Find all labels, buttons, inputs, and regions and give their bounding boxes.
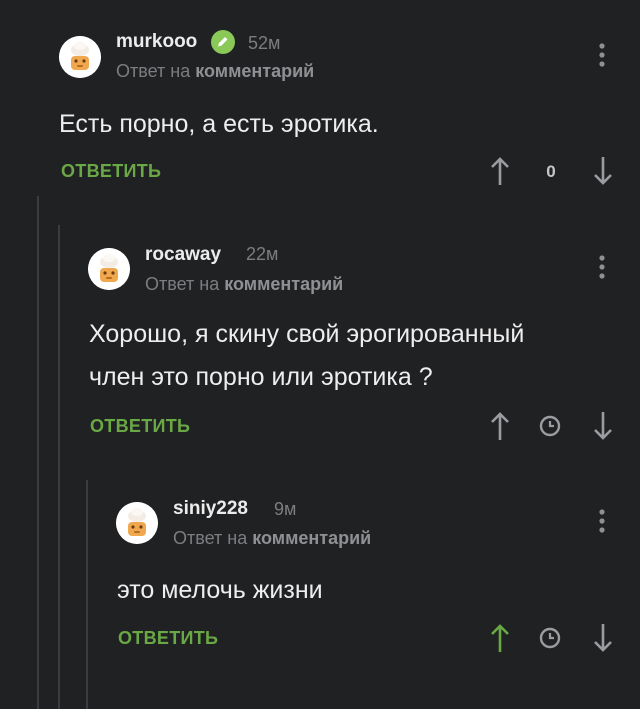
- reply-button[interactable]: ОТВЕТИТЬ: [90, 416, 190, 437]
- arrow-down-icon[interactable]: [592, 155, 614, 187]
- clock-icon[interactable]: [539, 627, 561, 649]
- comment-text: Есть порно, а есть эротика.: [59, 110, 379, 138]
- reply-target-link[interactable]: комментарий: [252, 528, 371, 548]
- more-vertical-icon[interactable]: [597, 42, 607, 70]
- default-avatar-icon: [88, 248, 130, 290]
- more-vertical-icon[interactable]: [597, 254, 607, 282]
- arrow-up-icon[interactable]: [489, 410, 511, 442]
- reply-target-link[interactable]: комментарий: [224, 274, 343, 294]
- avatar[interactable]: [116, 502, 158, 544]
- comment-text: Хорошо, я скину свой эрогированный член …: [89, 313, 524, 399]
- pencil-badge-icon: [211, 30, 235, 54]
- more-vertical-icon[interactable]: [597, 508, 607, 536]
- thread-line: [37, 196, 39, 709]
- clock-icon[interactable]: [539, 415, 561, 437]
- avatar[interactable]: [88, 248, 130, 290]
- arrow-down-icon[interactable]: [592, 410, 614, 442]
- reply-prefix: Ответ на: [116, 61, 191, 81]
- default-avatar-icon: [116, 502, 158, 544]
- reply-to-label: Ответ на комментарий: [145, 274, 343, 295]
- reply-prefix: Ответ на: [173, 528, 248, 548]
- arrow-down-icon[interactable]: [592, 622, 614, 654]
- thread-line: [58, 225, 60, 709]
- reply-target-link[interactable]: комментарий: [195, 61, 314, 81]
- username[interactable]: murkooo: [116, 31, 197, 53]
- reply-to-label: Ответ на комментарий: [116, 61, 314, 82]
- comment-text-line: Хорошо, я скину свой эрогированный: [89, 320, 525, 348]
- reply-prefix: Ответ на: [145, 274, 220, 294]
- timestamp: 22м: [246, 244, 279, 264]
- timestamp: 52м: [248, 33, 281, 53]
- thread-line: [86, 480, 88, 709]
- timestamp: 9м: [274, 499, 297, 519]
- avatar[interactable]: [59, 36, 101, 78]
- rating-value: 0: [546, 162, 556, 181]
- arrow-up-icon[interactable]: [489, 155, 511, 187]
- comment-text: это мелочь жизни: [117, 576, 323, 604]
- reply-button[interactable]: ОТВЕТИТЬ: [118, 628, 218, 649]
- arrow-up-icon[interactable]: [489, 622, 511, 654]
- username[interactable]: rocaway: [145, 244, 221, 266]
- comment-text-line: член это порно или эротика ?: [89, 363, 433, 391]
- reply-to-label: Ответ на комментарий: [173, 528, 371, 549]
- username[interactable]: siniy228: [173, 498, 248, 520]
- default-avatar-icon: [59, 36, 101, 78]
- reply-button[interactable]: ОТВЕТИТЬ: [61, 161, 161, 182]
